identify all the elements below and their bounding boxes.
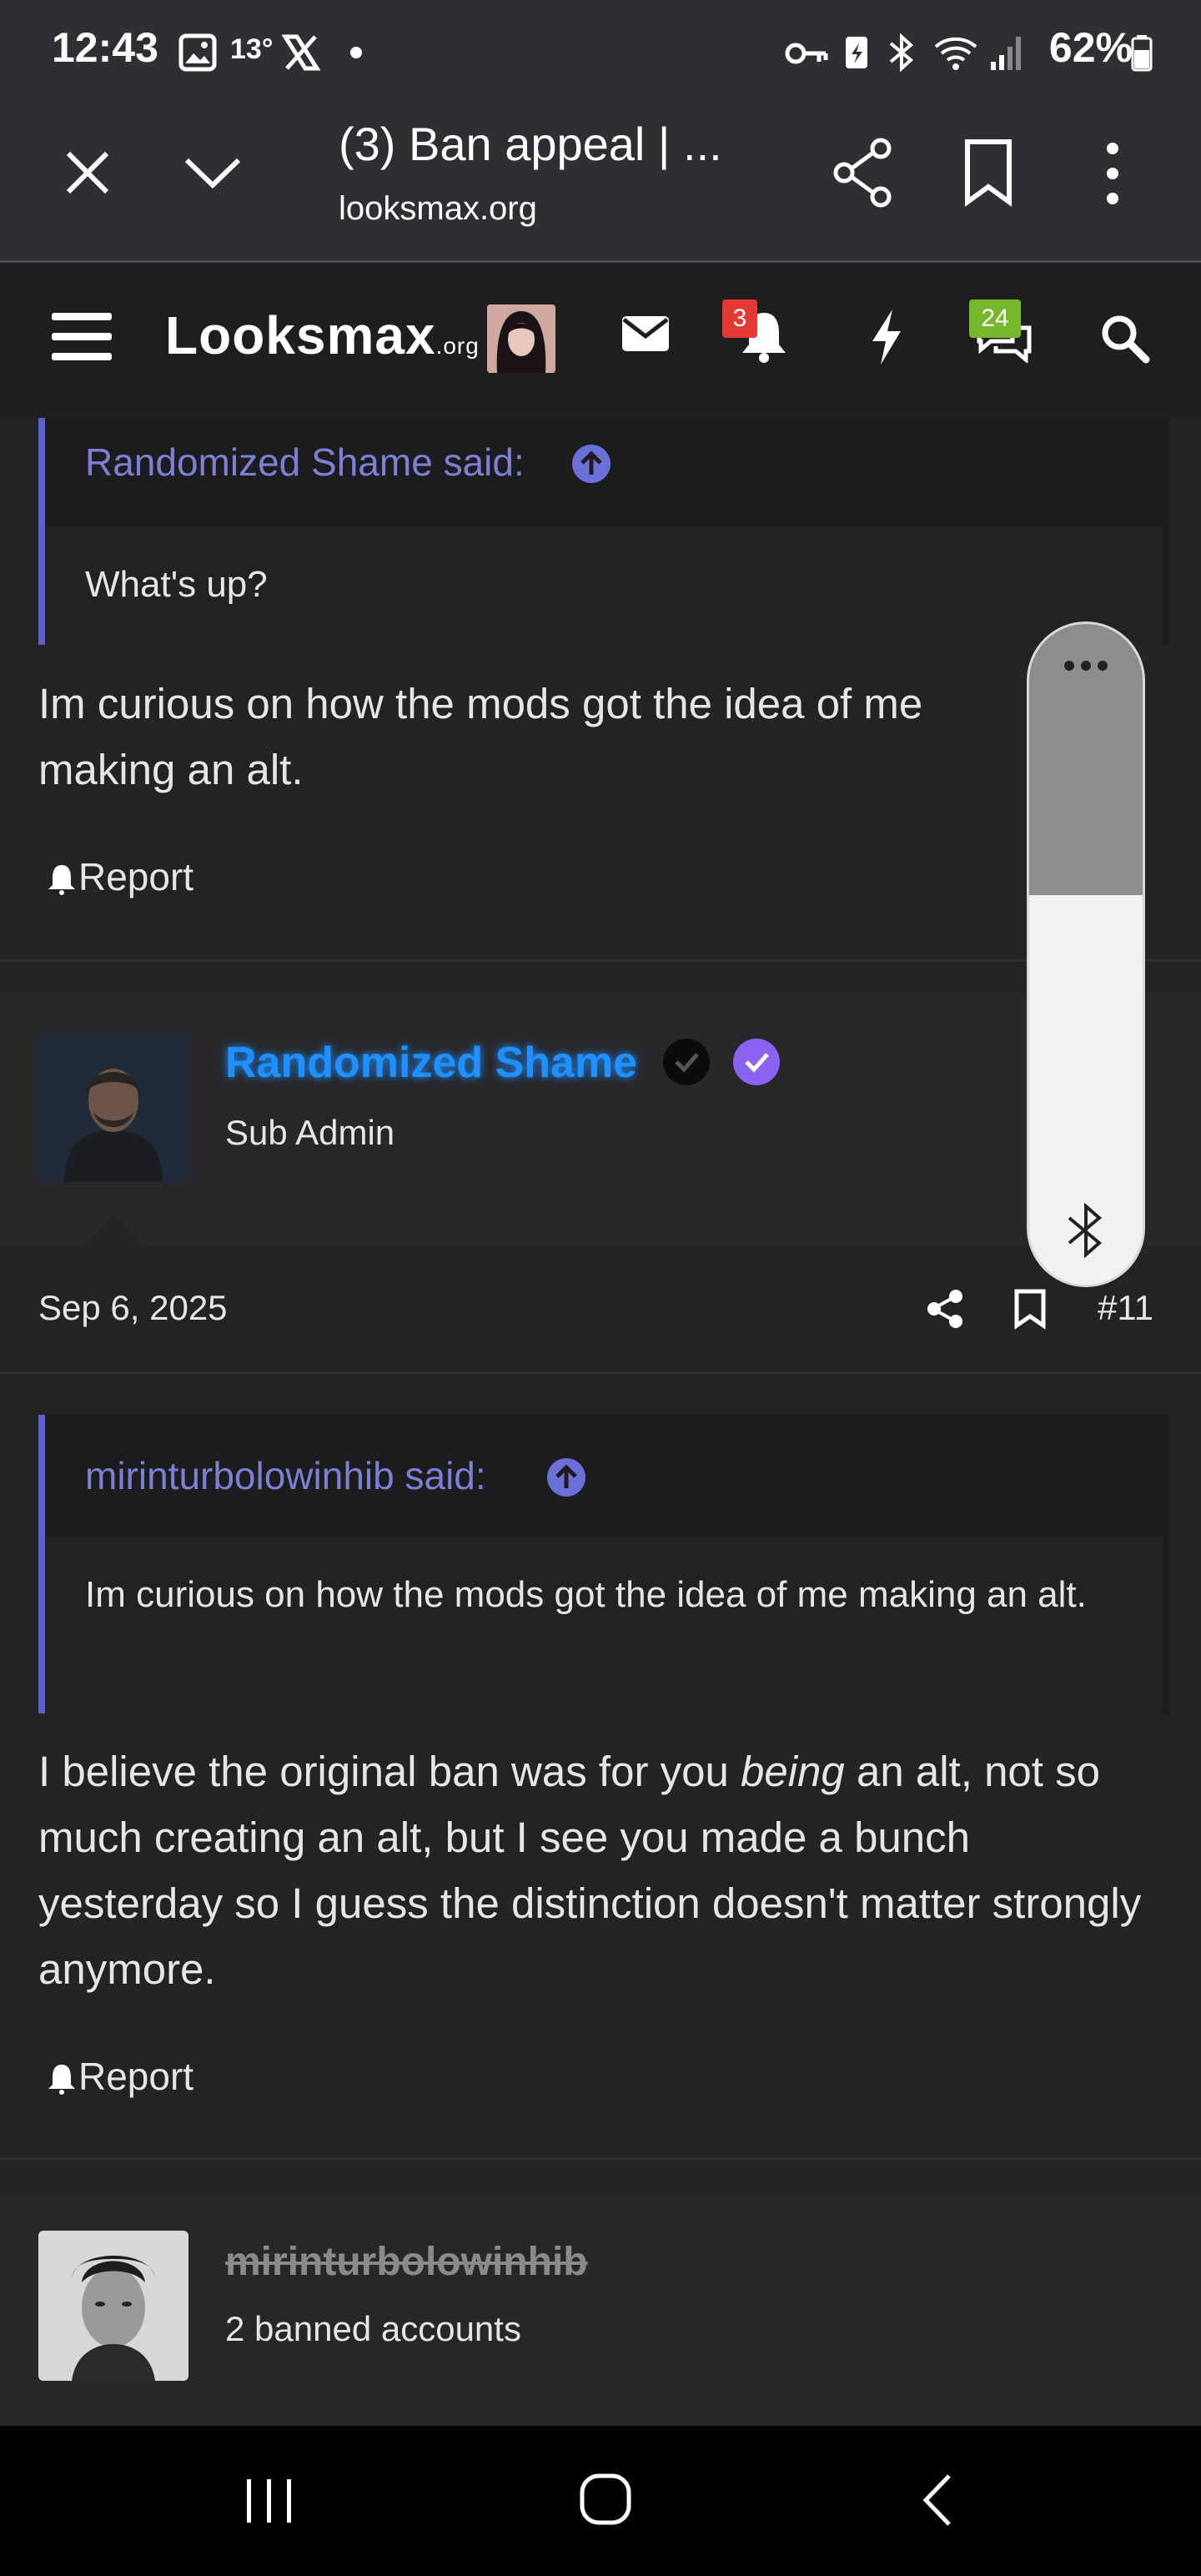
quote-body-container: What's up? (45, 526, 1163, 645)
post-divider (0, 959, 1201, 962)
post-divider (0, 1371, 1201, 1374)
wifi-icon (934, 37, 977, 70)
close-icon[interactable] (62, 147, 113, 199)
messages-badge: 24 (969, 299, 1021, 338)
post-divider (0, 2157, 1201, 2160)
user-avatar[interactable] (38, 1032, 188, 1182)
account-avatar[interactable] (487, 304, 555, 373)
gallery-icon (178, 33, 217, 72)
post-quote: Randomized Shame said: What's up? (38, 418, 1169, 645)
menu-icon[interactable] (50, 309, 113, 365)
user-avatar[interactable] (38, 2231, 188, 2381)
user-arrow (83, 1215, 143, 1246)
chevron-down-icon[interactable] (182, 152, 244, 194)
status-temp: 13° (230, 33, 274, 65)
bluetooth-status-icon (889, 33, 914, 72)
volume-slider[interactable] (1029, 624, 1143, 1285)
arrow-up-circle-icon[interactable] (545, 1457, 587, 1498)
post-body-emphasis: being (741, 1748, 845, 1795)
user-role: Sub Admin (225, 1113, 395, 1152)
recents-icon[interactable] (242, 2476, 297, 2526)
logo-suffix: .org (435, 333, 480, 359)
back-icon[interactable] (917, 2473, 956, 2528)
search-icon[interactable] (1099, 313, 1151, 365)
x-app-icon (282, 34, 320, 71)
bookmark-icon[interactable] (962, 138, 1014, 207)
report-bell-icon (48, 865, 75, 895)
notifications-badge: 3 (722, 299, 757, 338)
more-horiz-icon[interactable] (1061, 657, 1111, 674)
post-quote: mirinturbolowinhib said: Im curious on h… (38, 1415, 1169, 1713)
verified-purple-icon (733, 1039, 780, 1085)
bolt-icon[interactable] (867, 308, 906, 366)
site-header: Looksmax.org 3 24 (0, 263, 1201, 418)
report-label: Report (78, 855, 194, 898)
android-nav-bar (0, 2426, 1201, 2576)
report-link[interactable]: Report (45, 854, 193, 899)
post-body-text: I believe the original ban was for you (38, 1748, 741, 1795)
post-body: I believe the original ban was for you b… (38, 1738, 1164, 2002)
username-link[interactable]: Randomized Shame (225, 1038, 637, 1088)
post-date[interactable]: Sep 6, 2025 (38, 1288, 228, 1328)
share-icon[interactable] (831, 137, 894, 209)
arrow-up-circle-icon[interactable] (570, 443, 612, 485)
report-label: Report (78, 2055, 194, 2098)
status-bar: 12:43 13° 62% (0, 0, 1201, 103)
quote-author[interactable]: mirinturbolowinhib said: (85, 1453, 486, 1498)
user-block: Randomized Shame Sub Admin (0, 993, 1201, 1246)
quote-text: Im curious on how the mods got the idea … (85, 1574, 1087, 1615)
user-role: 2 banned accounts (225, 2309, 521, 2348)
verified-black-icon (663, 1039, 710, 1085)
bookmark-icon[interactable] (1013, 1288, 1048, 1330)
post-number[interactable]: #11 (1098, 1288, 1153, 1328)
quote-author[interactable]: Randomized Shame said: (85, 440, 525, 485)
user-block: mirinturbolowinhib 2 banned accounts (0, 2192, 1201, 2426)
battery-saver-icon (846, 37, 867, 68)
browser-toolbar: (3) Ban appeal | ... looksmax.org (0, 103, 1201, 263)
report-bell-icon (48, 2065, 75, 2095)
post-body: Im curious on how the mods got the idea … (38, 680, 923, 793)
quote-text: What's up? (85, 564, 268, 605)
report-link[interactable]: Report (45, 2054, 193, 2099)
share-icon[interactable] (926, 1288, 966, 1330)
vpn-key-icon (785, 43, 828, 64)
logo-text: Looksmax (165, 305, 436, 365)
username-link[interactable]: mirinturbolowinhib (225, 2239, 588, 2285)
site-logo[interactable]: Looksmax.org (165, 304, 480, 366)
status-time: 12:43 (52, 24, 158, 71)
browser-tab-title[interactable]: (3) Ban appeal | ... (339, 117, 722, 171)
mail-icon[interactable] (621, 314, 671, 353)
browser-url[interactable]: looksmax.org (339, 190, 537, 228)
bluetooth-icon (1068, 1202, 1103, 1259)
battery-percent: 62% (1048, 24, 1133, 71)
battery-icon (1131, 35, 1153, 72)
home-icon[interactable] (579, 2473, 632, 2526)
notification-dot (350, 47, 362, 58)
signal-icon (991, 37, 1021, 70)
quote-body-container: Im curious on how the mods got the idea … (45, 1537, 1163, 1713)
more-vert-icon[interactable] (1099, 140, 1126, 207)
